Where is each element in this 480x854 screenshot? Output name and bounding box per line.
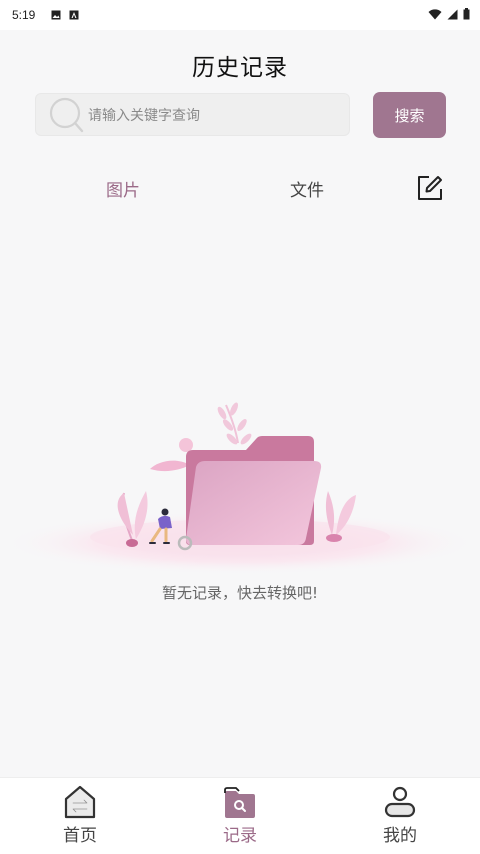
nav-item-history[interactable]: 记录 (180, 778, 300, 854)
search-input[interactable] (86, 94, 345, 137)
empty-folder-illustration (0, 402, 480, 575)
search-icon (49, 97, 84, 133)
user-icon (384, 786, 416, 818)
nav-label-mine: 我的 (383, 826, 417, 846)
status-right-icons (428, 8, 470, 20)
image-notification-icon (51, 10, 61, 20)
status-bar: 5:19 (0, 0, 480, 30)
a-notification-icon (69, 10, 79, 20)
folder-search-icon (224, 787, 255, 818)
signal-icon (447, 9, 458, 19)
empty-state-message: 暂无记录，快去转换吧! (161, 584, 318, 602)
search-button[interactable]: 搜索 (373, 92, 446, 138)
nav-label-history: 记录 (223, 826, 257, 846)
home-swap-icon (64, 785, 96, 819)
search-box[interactable] (35, 93, 350, 137)
tab-files[interactable]: 文件 (290, 176, 324, 201)
bottom-nav: 首页 记录 我的 (0, 777, 480, 854)
edit-icon[interactable] (416, 174, 444, 202)
status-time: 5:19 (12, 8, 36, 22)
nav-item-mine[interactable]: 我的 (340, 778, 460, 854)
tab-images[interactable]: 图片 (106, 176, 140, 201)
nav-label-home: 首页 (63, 826, 97, 846)
page-title: 历史记录 (192, 55, 288, 81)
battery-icon (463, 8, 470, 20)
nav-item-home[interactable]: 首页 (20, 778, 140, 854)
wifi-icon (428, 8, 442, 19)
